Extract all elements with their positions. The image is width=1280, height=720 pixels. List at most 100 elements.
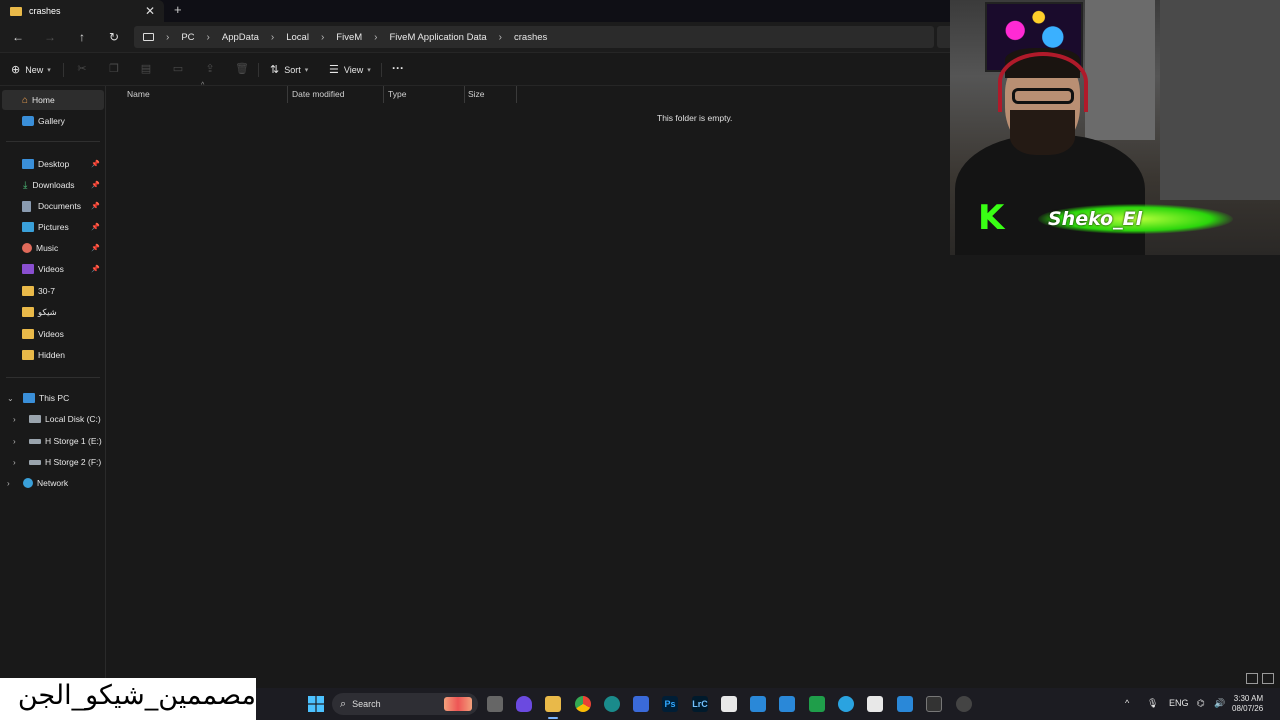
brave-browser-icon[interactable] (516, 696, 532, 712)
sidebar-item-hidden[interactable]: Hidden (0, 345, 104, 365)
app-window-icon[interactable] (750, 696, 766, 712)
language-indicator[interactable]: ENG (1169, 698, 1189, 708)
delete-icon[interactable]: 🗑 (235, 62, 249, 76)
address-bar[interactable]: › PC › AppData › Local › FiveM › FiveM A… (134, 26, 934, 48)
chrome-icon[interactable] (575, 696, 591, 712)
share-icon[interactable]: ⇪ (203, 62, 217, 76)
terminal-icon[interactable] (926, 696, 942, 712)
new-button[interactable]: ⊕ New ▾ (11, 63, 51, 76)
chevron-right-icon[interactable]: › (13, 458, 16, 467)
column-header-date-modified[interactable]: Date modified (288, 86, 383, 103)
new-tab-button[interactable]: + (174, 2, 182, 17)
chevron-down-icon: ▾ (367, 66, 371, 74)
sidebar-item-label: H Storge 1 (E:) (45, 436, 102, 446)
sidebar-item-h-storge-1[interactable]: › H Storge 1 (E:) (0, 431, 104, 451)
sidebar-item-home[interactable]: ⌂ Home (2, 90, 104, 110)
refresh-button[interactable]: ↻ (106, 30, 122, 44)
rename-icon[interactable]: ▭ (171, 62, 185, 76)
column-header-name[interactable]: Name (123, 86, 287, 103)
settings-icon[interactable] (956, 696, 972, 712)
sidebar-item-label: Videos (38, 264, 64, 274)
telegram-icon[interactable] (838, 696, 854, 712)
home-icon: ⌂ (22, 94, 29, 106)
chevron-right-icon[interactable]: › (7, 479, 10, 488)
chevron-up-icon[interactable]: ^ (1125, 698, 1129, 708)
view-button[interactable]: ☰ View ▾ (329, 63, 371, 76)
excel-icon[interactable] (809, 696, 825, 712)
sidebar-item-h-storge-2[interactable]: › H Storge 2 (F:) (0, 452, 104, 472)
pin-icon[interactable]: 📌 (91, 265, 100, 273)
breadcrumb-local[interactable]: Local (286, 32, 309, 43)
app-notification-icon[interactable] (867, 696, 883, 712)
notepad-icon[interactable] (721, 696, 737, 712)
sidebar-item-label: Pictures (38, 222, 69, 232)
app-icon[interactable] (604, 696, 620, 712)
sidebar-item-documents[interactable]: Documents 📌 (0, 196, 104, 216)
pin-icon[interactable]: 📌 (91, 223, 100, 231)
network-icon[interactable]: ⌬ (1197, 698, 1205, 709)
sidebar-item-sheko[interactable]: شيكو (0, 302, 104, 322)
pin-icon[interactable]: 📌 (91, 202, 100, 210)
windows-logo-icon (308, 696, 324, 712)
sidebar-item-downloads[interactable]: ⤓ Downloads 📌 (0, 175, 104, 195)
column-divider[interactable] (516, 86, 517, 103)
sidebar-item-30-7[interactable]: 30-7 (0, 281, 104, 301)
sidebar-item-videos[interactable]: Videos 📌 (0, 259, 104, 279)
app-window-icon[interactable] (897, 696, 913, 712)
sidebar-item-this-pc[interactable]: ⌄ This PC (0, 388, 104, 408)
divider (6, 377, 100, 378)
column-header-type[interactable]: Type (384, 86, 464, 103)
up-button[interactable]: ↑ (74, 30, 90, 44)
chevron-right-icon[interactable]: › (13, 437, 16, 446)
pin-icon[interactable]: 📌 (91, 160, 100, 168)
breadcrumb-crashes[interactable]: crashes (514, 32, 547, 43)
cut-icon[interactable]: ✂ (75, 62, 89, 76)
breadcrumb-fivem[interactable]: FiveM (336, 32, 362, 43)
clock[interactable]: 3:30 AM 08/07/26 (1232, 694, 1263, 714)
sidebar-item-pictures[interactable]: Pictures 📌 (0, 217, 104, 237)
sidebar-item-desktop[interactable]: Desktop 📌 (0, 154, 104, 174)
close-tab-icon[interactable]: ✕ (145, 4, 155, 18)
breadcrumb-appdata[interactable]: AppData (222, 32, 259, 43)
search-box[interactable] (937, 26, 950, 48)
more-options-button[interactable]: ··· (392, 61, 404, 75)
copy-icon[interactable]: ❐ (107, 62, 121, 76)
photoshop-icon[interactable]: Ps (662, 696, 678, 712)
column-header-size[interactable]: Size (464, 86, 516, 103)
caption-text: مصممين_شيكو_الجن (17, 680, 256, 711)
microphone-icon[interactable]: 🎙 (1147, 698, 1158, 709)
sidebar-item-videos-folder[interactable]: Videos (0, 324, 104, 344)
breadcrumb-pc[interactable]: PC (181, 32, 194, 43)
file-list[interactable]: ^ Name Date modified Type Size This fold… (107, 82, 950, 678)
background-wall (1085, 0, 1155, 140)
back-button[interactable]: ← (10, 30, 26, 44)
pin-icon[interactable]: 📌 (91, 181, 100, 189)
sort-icon: ⇅ (270, 64, 280, 76)
lightroom-icon[interactable]: LrC (692, 696, 708, 712)
sidebar-item-gallery[interactable]: Gallery (0, 111, 104, 131)
chevron-right-icon[interactable]: › (13, 415, 16, 424)
task-view-icon[interactable] (487, 696, 503, 712)
file-explorer-icon[interactable] (545, 696, 561, 712)
volume-icon[interactable]: 🔊 (1214, 698, 1225, 709)
chevron-down-icon[interactable]: ⌄ (7, 394, 14, 403)
sort-button[interactable]: ⇅ Sort ▾ (270, 63, 308, 76)
start-button[interactable] (308, 696, 324, 712)
microsoft-store-icon[interactable] (633, 696, 649, 712)
tab-crashes[interactable]: crashes ✕ (0, 0, 164, 22)
search-icon: ⌕ (340, 697, 347, 710)
gallery-icon (22, 116, 34, 126)
taskbar-search[interactable]: ⌕ Search (332, 693, 478, 715)
forward-button[interactable]: → (42, 30, 58, 44)
tiles-view-icon[interactable] (1262, 673, 1274, 684)
chevron-right-icon: › (374, 31, 378, 43)
details-view-icon[interactable] (1246, 673, 1258, 684)
breadcrumb-fivem-app-data[interactable]: FiveM Application Data (390, 32, 487, 43)
pin-icon[interactable]: 📌 (91, 244, 100, 252)
app-window-icon[interactable] (779, 696, 795, 712)
sidebar-item-music[interactable]: Music 📌 (0, 238, 104, 258)
sidebar-item-label: Gallery (38, 116, 65, 126)
paste-icon[interactable]: ▤ (139, 62, 153, 76)
sidebar-item-network[interactable]: › Network (0, 473, 104, 493)
sidebar-item-local-disk-c[interactable]: › Local Disk (C:) (0, 409, 104, 429)
